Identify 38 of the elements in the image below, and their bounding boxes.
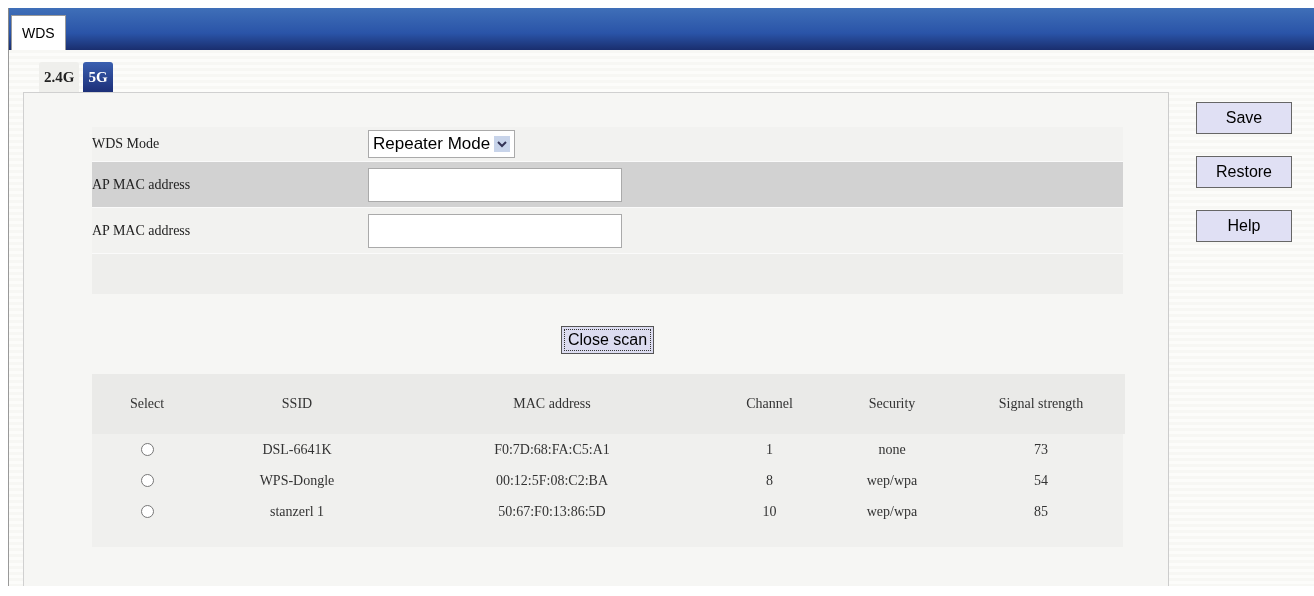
table-cell-text: 73: [1033, 440, 1049, 459]
action-button[interactable]: Save: [1196, 102, 1292, 134]
column-header: MAC address: [392, 374, 712, 434]
column-header: Signal strength: [957, 374, 1125, 434]
action-button[interactable]: Restore: [1196, 156, 1292, 188]
table-cell-text: WPS-Dongle: [258, 471, 336, 490]
radio-button[interactable]: [140, 474, 154, 487]
table-cell-text: 10: [761, 502, 778, 521]
tab[interactable]: WDS: [11, 15, 66, 50]
table-cell-text: 54: [1033, 471, 1049, 490]
field-label: AP MAC address: [92, 176, 192, 193]
radio-button[interactable]: [140, 443, 154, 456]
input-field[interactable]: [368, 167, 622, 202]
table-cell-text: 1: [765, 440, 774, 459]
column-header: Security: [827, 374, 957, 434]
table-cell-text: 85: [1033, 502, 1049, 521]
table-cell-text: wep/wpa: [865, 502, 919, 521]
caret-icon: [494, 136, 511, 152]
table-cell-text: 8: [765, 471, 774, 490]
table-cell-text: 50:67:F0:13:86:5D: [497, 502, 607, 521]
action-button[interactable]: Help: [1196, 210, 1292, 242]
radio-button[interactable]: [140, 505, 154, 518]
column-header: Channel: [712, 374, 827, 434]
table-cell-text: wep/wpa: [865, 471, 919, 490]
column-header: SSID: [202, 374, 392, 434]
table-cell-text: stanzerl 1: [269, 502, 325, 521]
band-tab[interactable]: 5G: [83, 62, 113, 92]
band-tab[interactable]: 2.4G: [39, 62, 80, 92]
mode-dropdown[interactable]: Repeater Mode: [368, 130, 516, 158]
field-label: AP MAC address: [92, 222, 192, 239]
close-scan-button[interactable]: Close scan: [560, 326, 655, 354]
table-cell-text: DSL-6641K: [261, 440, 333, 459]
column-header: Select: [92, 374, 202, 434]
table-cell-text: F0:7D:68:FA:C5:A1: [493, 440, 611, 459]
field-label: WDS Mode: [92, 136, 161, 152]
table-cell-text: 00:12:5F:08:C2:BA: [495, 471, 609, 490]
table-cell-text: none: [877, 440, 907, 459]
input-field[interactable]: [368, 213, 622, 248]
